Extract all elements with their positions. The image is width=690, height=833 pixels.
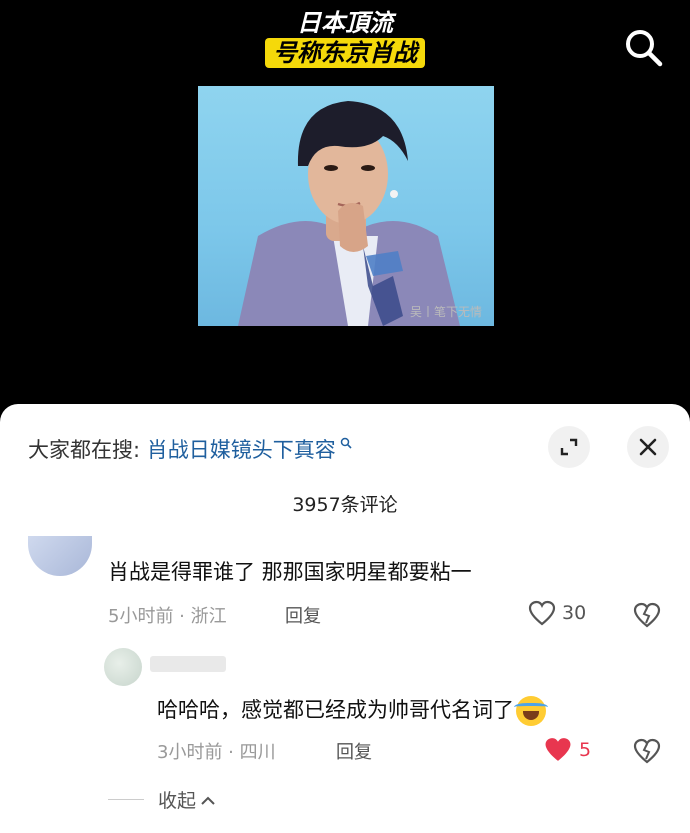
video-title-line2: 号称东京肖战 <box>265 38 425 68</box>
search-icon <box>626 30 663 67</box>
comment-sheet: 大家都在搜: 肖战日媒镜头下真容 3957条评论 肖战是得罪谁了 那那国家明星都… <box>0 404 690 833</box>
dislike-button[interactable] <box>633 602 661 632</box>
video-watermark: 吴丨笔下无情 <box>409 305 482 319</box>
dislike-button[interactable] <box>633 738 661 768</box>
like-count: 30 <box>562 602 587 624</box>
blurred-username <box>150 656 226 672</box>
expand-icon <box>560 438 578 456</box>
broken-heart-icon <box>633 602 661 628</box>
collapse-label: 收起 <box>158 790 197 812</box>
like-button[interactable]: 30 <box>528 600 586 626</box>
avatar[interactable] <box>104 648 142 686</box>
like-count: 5 <box>579 738 592 761</box>
close-button[interactable] <box>627 426 669 468</box>
close-icon <box>639 438 657 456</box>
reply-button[interactable]: 回复 <box>285 602 321 628</box>
comment-text: 哈哈哈，感觉都已经成为帅哥代名词了 <box>157 694 548 726</box>
comment-text-content: 哈哈哈，感觉都已经成为帅哥代名词了 <box>157 698 514 722</box>
comment-text: 肖战是得罪谁了 那那国家明星都要粘一 <box>108 560 472 584</box>
expand-button[interactable] <box>548 426 590 468</box>
search-suggestion-query[interactable]: 肖战日媒镜头下真容 <box>147 438 336 462</box>
search-button[interactable] <box>624 28 664 68</box>
video-person-image <box>238 101 460 326</box>
heart-filled-icon <box>545 738 571 761</box>
comment-meta: 5小时前 · 浙江 <box>108 606 227 627</box>
video-area[interactable]: 日本頂流 号称东京肖战 吴丨笔下无情 <box>0 0 690 410</box>
divider <box>108 799 144 800</box>
broken-heart-icon <box>633 738 661 764</box>
like-button[interactable]: 5 <box>543 736 591 763</box>
small-search-icon <box>336 437 352 453</box>
comment-meta: 3小时前 · 四川 <box>157 742 276 763</box>
heart-icon <box>528 600 556 626</box>
reply-button[interactable]: 回复 <box>336 738 372 764</box>
comment-count: 3957条评论 <box>292 494 398 516</box>
video-title-line1: 日本頂流 <box>297 9 393 37</box>
video-title: 日本頂流 号称东京肖战 <box>0 8 690 68</box>
avatar[interactable] <box>28 536 92 576</box>
video-frame[interactable]: 吴丨笔下无情 <box>198 86 494 326</box>
laughing-crying-emoji-icon <box>514 696 548 726</box>
collapse-replies-button[interactable]: 收起 <box>108 786 216 813</box>
search-suggestion-prefix: 大家都在搜: <box>28 438 141 462</box>
search-suggestion[interactable]: 大家都在搜: 肖战日媒镜头下真容 <box>28 434 352 464</box>
chevron-up-icon <box>201 796 215 805</box>
